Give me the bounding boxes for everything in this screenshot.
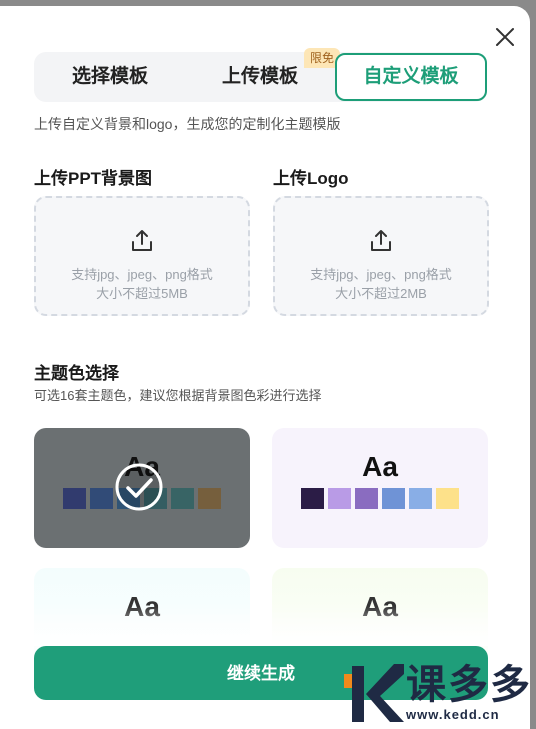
color-swatch	[409, 488, 432, 509]
upload-background-size-limit: 大小不超过5MB	[96, 286, 188, 301]
theme-option-1[interactable]: Aa	[34, 428, 250, 548]
color-swatch	[171, 488, 194, 509]
upload-logo-formats: 支持jpg、jpeg、png格式	[310, 267, 452, 282]
upload-icon	[371, 230, 391, 251]
upload-logo-size-limit: 大小不超过2MB	[335, 286, 427, 301]
watermark: 课多多 www.kedd.cn	[338, 660, 536, 729]
theme-color-subtitle: 可选16套主题色，建议您根据背景图色彩进行选择	[34, 388, 322, 403]
upload-logo-dropzone[interactable]: 支持jpg、jpeg、png格式 大小不超过2MB	[273, 196, 489, 316]
upload-logo-title: 上传Logo	[273, 169, 349, 188]
theme-option-2[interactable]: Aa	[272, 428, 488, 548]
close-icon	[496, 28, 514, 46]
upload-background-dropzone[interactable]: 支持jpg、jpeg、png格式 大小不超过5MB	[34, 196, 250, 316]
upload-background-formats: 支持jpg、jpeg、png格式	[71, 267, 213, 282]
brand-logo	[344, 664, 404, 722]
upload-background-title: 上传PPT背景图	[34, 169, 153, 188]
color-swatch	[301, 488, 324, 509]
theme-swatches	[272, 488, 488, 509]
custom-template-dialog: 选择模板 上传模板 限免 自定义模板 上传自定义背景和logo，生成您的定制化主…	[0, 6, 530, 729]
theme-color-title: 主题色选择	[34, 364, 119, 383]
color-swatch	[63, 488, 86, 509]
close-button[interactable]	[494, 26, 516, 48]
watermark-brand: 课多多	[406, 663, 532, 707]
color-swatch	[382, 488, 405, 509]
color-swatch	[355, 488, 378, 509]
upload-icon	[132, 230, 152, 251]
color-swatch	[436, 488, 459, 509]
custom-template-description: 上传自定义背景和logo，生成您的定制化主题模版	[34, 116, 341, 132]
tab-custom-template[interactable]: 自定义模板	[335, 53, 487, 101]
color-swatch	[328, 488, 351, 509]
selected-check-icon	[115, 463, 163, 511]
color-swatch	[90, 488, 113, 509]
scroll-fade	[0, 606, 530, 646]
watermark-url: www.kedd.cn	[406, 707, 500, 722]
template-tabs: 选择模板 上传模板 限免 自定义模板	[34, 48, 487, 102]
tab-select-template[interactable]: 选择模板	[34, 52, 186, 102]
theme-preview-text: Aa	[362, 451, 398, 482]
color-swatch	[198, 488, 221, 509]
